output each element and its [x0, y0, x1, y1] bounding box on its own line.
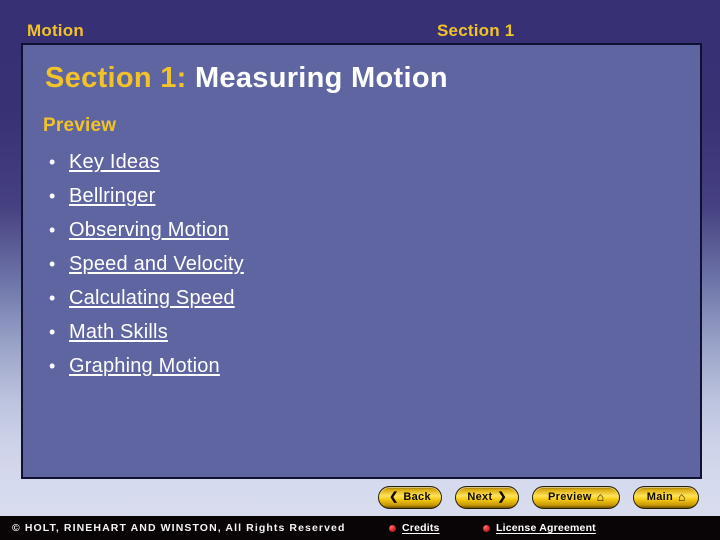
- bullet-icon: •: [49, 186, 56, 206]
- next-button[interactable]: Next ❯: [455, 485, 519, 509]
- red-dot-icon: [483, 524, 490, 532]
- bullet-icon: •: [49, 356, 56, 376]
- home-icon: ⌂: [678, 490, 686, 504]
- list-item[interactable]: • Key Ideas: [43, 145, 543, 179]
- main-button-label: Main: [646, 490, 673, 503]
- list-item[interactable]: • Bellringer: [43, 179, 543, 213]
- back-button-label: Back: [403, 490, 431, 503]
- presentation-slide: Motion Section 1 Section 1: Measuring Mo…: [0, 0, 720, 540]
- home-icon: ⌂: [596, 490, 604, 504]
- list-item[interactable]: • Math Skills: [43, 315, 543, 349]
- list-item[interactable]: • Calculating Speed: [43, 281, 543, 315]
- credits-link-label: Credits: [402, 522, 440, 534]
- bullet-icon: •: [49, 152, 56, 172]
- preview-link-bellringer[interactable]: Bellringer: [69, 179, 155, 213]
- main-button[interactable]: Main ⌂: [633, 485, 699, 509]
- preview-link-observing-motion[interactable]: Observing Motion: [69, 213, 229, 247]
- page-title-rest: Measuring Motion: [186, 62, 448, 94]
- header-section-label: Section 1: [437, 21, 515, 40]
- bullet-icon: •: [49, 220, 56, 240]
- preview-link-graphing-motion[interactable]: Graphing Motion: [69, 349, 220, 383]
- preview-link-key-ideas[interactable]: Key Ideas: [69, 145, 160, 179]
- preview-button[interactable]: Preview ⌂: [532, 485, 620, 509]
- copyright-text: © HOLT, RINEHART AND WINSTON, All Rights…: [12, 522, 346, 534]
- preview-button-label: Preview: [548, 490, 592, 503]
- list-item[interactable]: • Graphing Motion: [43, 349, 543, 383]
- preview-link-list: • Key Ideas • Bellringer • Observing Motion…: [43, 145, 543, 383]
- bullet-icon: •: [49, 288, 56, 308]
- chevron-right-icon: ❯: [497, 490, 507, 503]
- slide-navigation-bar: ❮ Back Next ❯ Preview ⌂ Main ⌂: [378, 485, 699, 509]
- page-title-accent: Section 1:: [45, 62, 187, 94]
- preview-link-calculating-speed[interactable]: Calculating Speed: [69, 281, 235, 315]
- license-agreement-link[interactable]: License Agreement: [483, 522, 596, 534]
- footer-bar: © HOLT, RINEHART AND WINSTON, All Rights…: [0, 516, 720, 540]
- red-dot-icon: [389, 524, 396, 532]
- bullet-icon: •: [49, 254, 56, 274]
- header-chapter-label: Motion: [27, 21, 84, 40]
- credits-link[interactable]: Credits: [389, 522, 440, 534]
- bullet-icon: •: [49, 322, 56, 342]
- preview-link-speed-and-velocity[interactable]: Speed and Velocity: [69, 247, 244, 281]
- slide-content-panel: Section 1: Measuring Motion Preview • Key…: [21, 43, 702, 479]
- list-item[interactable]: • Speed and Velocity: [43, 247, 543, 281]
- next-button-label: Next: [467, 490, 493, 503]
- page-title: Section 1: Measuring Motion: [45, 62, 448, 95]
- back-button[interactable]: ❮ Back: [378, 485, 442, 509]
- preview-heading: Preview: [43, 115, 117, 136]
- chevron-left-icon: ❮: [389, 490, 399, 503]
- list-item[interactable]: • Observing Motion: [43, 213, 543, 247]
- preview-link-math-skills[interactable]: Math Skills: [69, 315, 168, 349]
- license-agreement-link-label: License Agreement: [496, 522, 596, 534]
